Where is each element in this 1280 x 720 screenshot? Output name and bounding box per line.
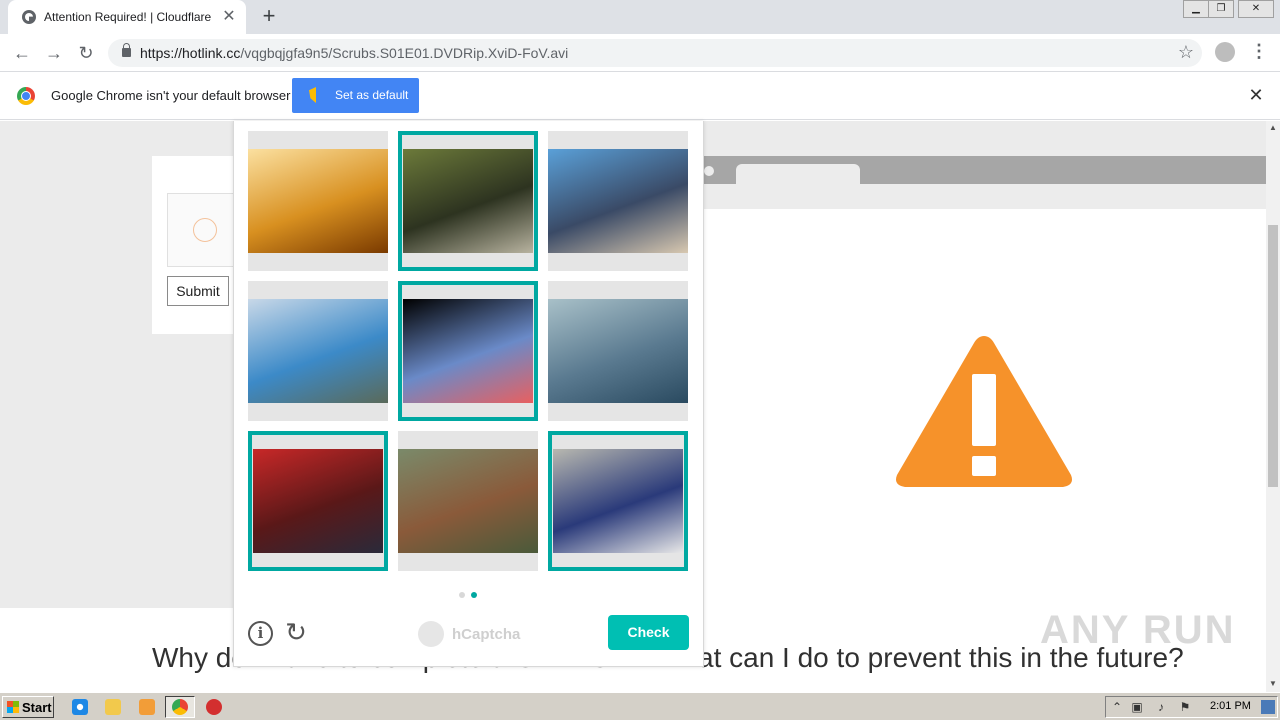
- tile-lamps[interactable]: [248, 131, 388, 271]
- tab-title: Attention Required! | Cloudflare: [44, 10, 212, 24]
- lock-icon: [122, 43, 131, 57]
- page-dot-active[interactable]: [471, 592, 477, 598]
- chrome-logo-icon: [17, 87, 35, 105]
- set-as-default-button[interactable]: Set as default: [292, 78, 419, 113]
- hcaptcha-challenge: i ↻ hCaptcha Check: [233, 121, 704, 667]
- new-tab-button[interactable]: +: [258, 5, 280, 28]
- browser-toolbar: ← → ↻ https://hotlink.cc/vqgbqjgfa9n5/Sc…: [0, 34, 1280, 72]
- warning-icon: [896, 336, 1072, 487]
- chrome-icon: [172, 699, 188, 715]
- tile-umbrella-garden[interactable]: [398, 131, 538, 271]
- clock: 2:01 PM: [1210, 700, 1251, 712]
- info-icon[interactable]: i: [248, 621, 273, 646]
- show-desktop-icon[interactable]: [1261, 700, 1275, 714]
- menu-kebab-icon[interactable]: ⋮: [1250, 40, 1268, 64]
- submit-button[interactable]: Submit: [167, 276, 229, 306]
- loading-spinner-icon: [193, 218, 217, 242]
- tile-image: [548, 299, 688, 403]
- globe-icon: [22, 10, 36, 24]
- minimize-button[interactable]: ▁: [1183, 0, 1209, 18]
- default-browser-infobar: Google Chrome isn't your default browser…: [0, 72, 1280, 120]
- profile-avatar[interactable]: [1215, 42, 1235, 62]
- tile-bus[interactable]: [248, 281, 388, 421]
- scroll-down-icon[interactable]: ▼: [1266, 677, 1280, 691]
- check-button[interactable]: Check: [608, 615, 689, 650]
- hcaptcha-logo-icon: [418, 621, 444, 647]
- infobar-message: Google Chrome isn't your default browser: [51, 88, 291, 103]
- browser-tab[interactable]: Attention Required! | Cloudflare ✕: [8, 0, 246, 34]
- windows-taskbar: Start ⌃ ▣ ♪ ⚑ 2:01 PM: [0, 692, 1280, 720]
- volume-icon[interactable]: ♪: [1154, 700, 1168, 714]
- tile-image: [248, 149, 388, 253]
- anyrun-watermark: ANY RUN: [1040, 608, 1236, 652]
- tile-image: [248, 299, 388, 403]
- opera-icon[interactable]: [206, 699, 222, 715]
- set-as-default-label: Set as default: [335, 88, 409, 102]
- flag-icon[interactable]: ⚑: [1178, 700, 1192, 714]
- system-tray: ⌃ ▣ ♪ ⚑ 2:01 PM: [1105, 696, 1278, 718]
- media-player-icon[interactable]: [139, 699, 155, 715]
- tile-image: [403, 149, 533, 253]
- refresh-icon[interactable]: ↻: [282, 618, 310, 646]
- tile-red-umbrella[interactable]: [248, 431, 388, 571]
- tray-expand-icon[interactable]: ⌃: [1110, 700, 1124, 714]
- taskbar-chrome-button[interactable]: [165, 696, 195, 718]
- tile-umbrella-hand[interactable]: [548, 131, 688, 271]
- hcaptcha-brand[interactable]: hCaptcha: [452, 626, 520, 643]
- back-button[interactable]: ←: [11, 42, 33, 64]
- tile-image: [253, 449, 383, 553]
- network-icon[interactable]: ▣: [1130, 700, 1144, 714]
- url-text[interactable]: https://hotlink.cc/vqgbqjgfa9n5/Scrubs.S…: [140, 45, 568, 61]
- scroll-thumb[interactable]: [1268, 225, 1278, 487]
- bookmark-star-icon[interactable]: ☆: [1178, 42, 1194, 63]
- address-bar[interactable]: https://hotlink.cc/vqgbqjgfa9n5/Scrubs.S…: [108, 39, 1202, 67]
- forward-button[interactable]: →: [43, 42, 65, 64]
- reload-button[interactable]: ↻: [75, 42, 97, 64]
- tile-image: [548, 149, 688, 253]
- windows-flag-icon: [7, 701, 19, 713]
- scroll-up-icon[interactable]: ▲: [1266, 121, 1280, 135]
- tile-image: [553, 449, 683, 553]
- tile-image: [398, 449, 538, 553]
- shield-icon: [309, 87, 323, 103]
- page-dot[interactable]: [459, 592, 465, 598]
- tab-close-icon[interactable]: ✕: [220, 8, 238, 26]
- close-window-button[interactable]: ✕: [1238, 0, 1274, 18]
- tile-reporter-umbrella[interactable]: [398, 281, 538, 421]
- ie-icon[interactable]: [72, 699, 88, 715]
- tile-rowboat[interactable]: [398, 431, 538, 571]
- restore-button[interactable]: ❐: [1208, 0, 1234, 18]
- tile-image: [403, 299, 533, 403]
- start-button[interactable]: Start: [2, 696, 54, 718]
- infobar-close-icon[interactable]: ✕: [1247, 86, 1265, 104]
- tab-strip: Attention Required! | Cloudflare ✕ + ▁ ❐…: [0, 0, 1280, 34]
- folder-icon[interactable]: [105, 699, 121, 715]
- tile-boat[interactable]: [548, 281, 688, 421]
- tile-two-umbrellas[interactable]: [548, 431, 688, 571]
- page-scrollbar[interactable]: ▲ ▼: [1266, 121, 1280, 692]
